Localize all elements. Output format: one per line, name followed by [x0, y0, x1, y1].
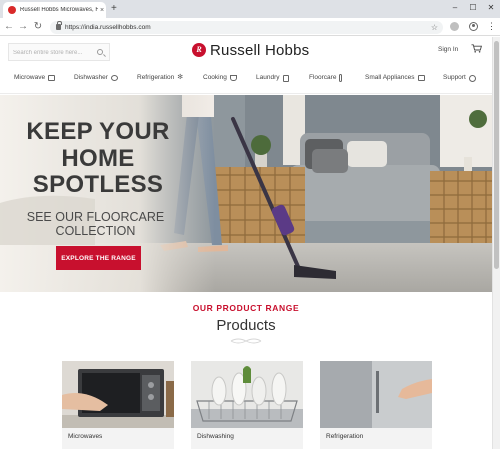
url-text[interactable]: https://india.russellhobbs.com: [65, 23, 151, 32]
nav-item-dishwasher[interactable]: Dishwasher: [74, 73, 118, 83]
hero-title-line: HOME: [61, 144, 135, 172]
product-image: [320, 361, 432, 428]
nav-item-label: Microwave: [14, 74, 46, 81]
extension-icon[interactable]: [450, 22, 459, 31]
search-box[interactable]: [8, 43, 110, 61]
support-icon: [468, 74, 476, 82]
hero-title-line: KEEP YOUR: [26, 118, 170, 145]
hero-title-line: SPOTLESS: [32, 171, 164, 198]
address-bar[interactable]: https://india.russellhobbs.com ☆: [50, 21, 443, 34]
microwave-illustration: [62, 361, 174, 428]
nav-item-microwave[interactable]: Microwave: [14, 73, 56, 83]
product-image: [62, 361, 174, 428]
nav-item-label: Dishwasher: [74, 74, 108, 81]
nav-item-label: Cooking: [203, 74, 227, 81]
nav-item-label: Small Appliances: [365, 74, 415, 81]
nav-item-label: Refrigeration: [137, 74, 175, 81]
maximize-button[interactable]: ☐: [466, 2, 480, 14]
search-icon[interactable]: [97, 49, 103, 55]
product-image: [191, 361, 303, 428]
hero-subtitle-line: SEE OUR FLOORCARE: [26, 210, 165, 224]
nav-item-cooking[interactable]: Cooking: [203, 73, 237, 83]
sign-in-link[interactable]: Sign In: [438, 46, 458, 54]
microwave-icon: [48, 75, 56, 81]
nav-item-floorcare[interactable]: Floorcare: [309, 73, 343, 83]
bookmark-star-icon[interactable]: ☆: [431, 22, 438, 33]
section-kicker: OUR PRODUCT RANGE: [192, 303, 300, 313]
nav-item-label: Support: [443, 74, 466, 81]
search-input[interactable]: [13, 48, 95, 58]
section-title: Products: [216, 317, 276, 334]
nav-item-label: Laundry: [256, 74, 280, 81]
product-card-label: Refrigeration: [326, 433, 364, 440]
dishwasher-illustration: [191, 361, 303, 428]
product-card-label: Dishwashing: [197, 433, 234, 440]
vacuum-icon: [339, 74, 343, 82]
close-window-button[interactable]: ✕: [484, 2, 498, 14]
appliance-icon: [417, 75, 425, 81]
hero-banner: KEEP YOUR HOME SPOTLESS SEE OUR FLOORCAR…: [0, 95, 492, 292]
hero-subtitle-line: COLLECTION: [55, 224, 136, 238]
browser-tabstrip: Russell Hobbs Microwaves, Floor × + – ☐ …: [0, 0, 500, 18]
tab-close-icon[interactable]: ×: [100, 7, 104, 14]
washer-icon: [282, 74, 289, 82]
main-nav: Microwave Dishwasher Refrigeration ✻ Coo…: [0, 70, 492, 86]
website: R Russell Hobbs Sign In Microwave Dishwa…: [0, 37, 492, 449]
logo-text: Russell Hobbs: [210, 41, 310, 59]
nav-item-support[interactable]: Support: [443, 73, 476, 83]
nav-item-label: Floorcare: [309, 74, 337, 81]
ornament-divider-icon: [230, 338, 262, 344]
page-scrollbar[interactable]: [492, 37, 500, 449]
browser-toolbar: ← → ↻ https://india.russellhobbs.com ☆ ⋮: [0, 18, 500, 36]
snowflake-icon: ✻: [177, 74, 184, 81]
product-card-microwaves[interactable]: Microwaves: [62, 361, 174, 449]
product-card-refrigeration[interactable]: Refrigeration: [320, 361, 432, 449]
site-logo[interactable]: R Russell Hobbs: [192, 41, 310, 59]
nav-item-refrigeration[interactable]: Refrigeration ✻: [137, 73, 183, 83]
refrigerator-illustration: [320, 361, 432, 428]
cart-icon[interactable]: [471, 44, 482, 53]
minimize-button[interactable]: –: [448, 2, 462, 14]
product-card-label: Microwaves: [68, 433, 103, 440]
browser-menu-icon[interactable]: ⋮: [487, 22, 496, 31]
hero-subtitle: SEE OUR FLOORCARE COLLECTION: [8, 210, 183, 238]
logo-mark-letter: R: [196, 45, 202, 54]
back-button[interactable]: ←: [3, 20, 15, 34]
lock-icon: [56, 21, 62, 30]
scrollbar-thumb[interactable]: [494, 41, 499, 269]
new-tab-button[interactable]: +: [111, 3, 117, 15]
browser-tab[interactable]: Russell Hobbs Microwaves, Floor ×: [3, 2, 106, 18]
logo-mark-icon: R: [192, 43, 206, 57]
favicon-icon: [8, 6, 16, 14]
nav-item-small-appliances[interactable]: Small Appliances: [365, 73, 425, 83]
profile-icon[interactable]: [469, 22, 478, 31]
pot-icon: [229, 75, 237, 81]
reload-button[interactable]: ↻: [32, 20, 44, 34]
hero-title: KEEP YOUR HOME SPOTLESS: [8, 118, 188, 199]
product-card-dishwashing[interactable]: Dishwashing: [191, 361, 303, 449]
nav-item-laundry[interactable]: Laundry: [256, 73, 289, 83]
explore-range-button[interactable]: EXPLORE THE RANGE: [56, 246, 141, 270]
dishwasher-icon: [110, 75, 118, 81]
tab-title: Russell Hobbs Microwaves, Floor: [20, 7, 98, 13]
forward-button[interactable]: →: [17, 20, 29, 34]
nav-divider: [0, 93, 492, 94]
